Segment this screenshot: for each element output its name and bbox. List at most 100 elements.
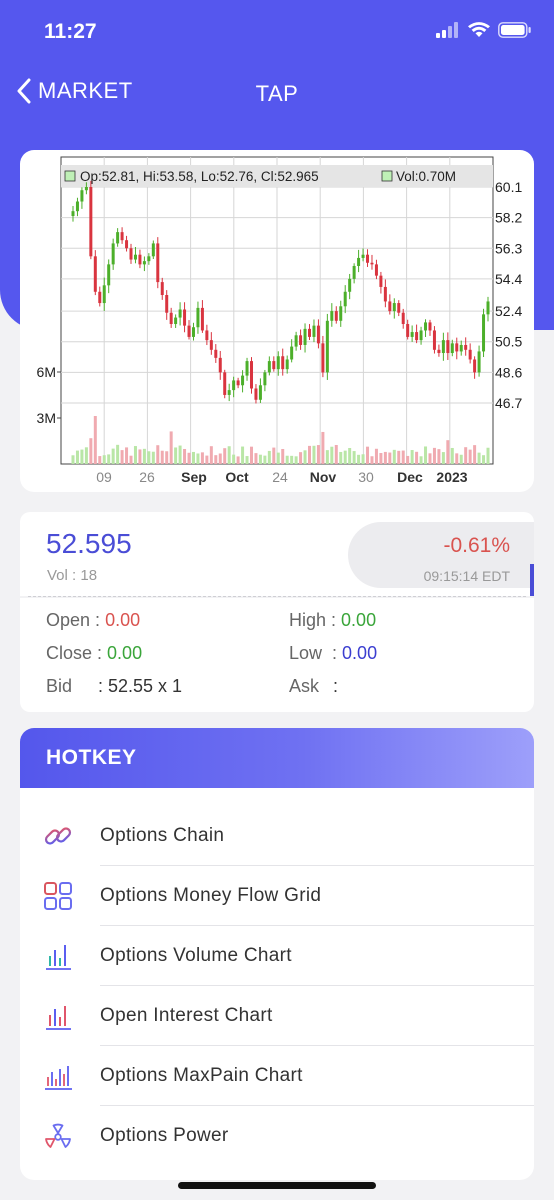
volume-bar [374, 448, 378, 464]
hotkey-options-maxpain-chart[interactable]: Options MaxPain Chart [20, 1046, 534, 1106]
candle-body [169, 312, 173, 325]
hotkey-label: Open Interest Chart [100, 1005, 273, 1026]
close-value: 0.00 [107, 643, 143, 663]
candle-body [263, 372, 267, 386]
volume-bar [406, 455, 410, 464]
volume-bar [272, 447, 276, 464]
candle-body [339, 306, 343, 321]
candle-body [218, 357, 222, 373]
volume-bar [254, 453, 258, 464]
volume-bar [397, 450, 401, 464]
volume-bar [482, 455, 486, 464]
x-tick-label: Dec [397, 469, 423, 485]
candle-body [299, 335, 303, 345]
status-icons [436, 22, 532, 38]
candle-body [156, 243, 160, 283]
candle-body [290, 346, 294, 360]
price-tick-label: 58.2 [495, 210, 522, 226]
volume-bar [133, 446, 137, 464]
volume-bar [419, 456, 423, 464]
candle-body [361, 254, 365, 258]
volume-bar [303, 450, 307, 464]
hotkey-options-money-flow-grid[interactable]: Options Money Flow Grid [20, 866, 534, 926]
volume-bar [276, 452, 280, 464]
volume-bar [316, 445, 320, 464]
hotkey-label: Options Chain [100, 825, 225, 846]
volume-bar [129, 455, 133, 464]
candle-body [464, 344, 468, 350]
volume-bar [415, 451, 419, 464]
bar-chart-icon [46, 945, 71, 970]
candle-body [191, 327, 195, 337]
volume-bar [290, 455, 294, 464]
volume-bar [267, 450, 271, 464]
candle-body [160, 282, 164, 295]
hotkey-open-interest-chart[interactable]: Open Interest Chart [20, 986, 534, 1046]
volume-tick-label: 6M [37, 364, 56, 380]
volume-bar [392, 449, 396, 464]
candle-body [281, 356, 285, 370]
volume-bar [432, 447, 436, 464]
volume-bar [223, 448, 227, 464]
candle-body [107, 264, 111, 286]
bid-row: Bid : 52.55 x 1 [46, 676, 182, 697]
candle-body [303, 328, 307, 345]
volume-bar [151, 451, 155, 464]
candle-body [308, 328, 312, 337]
bar-chart-icon [45, 1066, 72, 1090]
volume-bar [285, 455, 289, 464]
volume-bar [258, 454, 262, 464]
candle-body [71, 211, 75, 217]
ohlc-legend-swatch [64, 170, 76, 182]
price-tick-label: 52.4 [495, 303, 522, 319]
candle-body [174, 317, 178, 325]
volume-bar [388, 452, 392, 464]
hotkey-label: Options Power [100, 1125, 229, 1146]
candle-body [406, 324, 410, 337]
x-tick-label: Nov [310, 469, 337, 485]
candle-body [232, 380, 236, 391]
candle-body [348, 278, 352, 292]
high-row: High : 0.00 [289, 610, 376, 631]
quote-timestamp: 09:15:14 EDT [423, 568, 510, 584]
volume-bar [236, 456, 240, 464]
candle-body [236, 380, 240, 386]
candle-body [379, 275, 383, 287]
candle-body [138, 254, 142, 265]
hotkey-options-power[interactable]: Options Power [20, 1106, 534, 1166]
candle-body [125, 240, 129, 249]
candle-body [330, 311, 334, 321]
volume-bar [486, 447, 490, 464]
volume-bar [245, 456, 249, 464]
volume-bar [200, 452, 204, 464]
bid-value: : 52.55 x 1 [98, 676, 183, 696]
candle-body [294, 335, 298, 347]
candle-body [441, 340, 445, 354]
volume-bar [441, 452, 445, 464]
volume-bar [383, 451, 387, 464]
candle-body [245, 361, 249, 376]
candle-body [316, 325, 320, 344]
candle-body [312, 325, 316, 337]
price-tick-label: 48.6 [495, 364, 522, 380]
hotkey-label: Options Money Flow Grid [100, 885, 322, 906]
candle-body [178, 309, 182, 318]
volume-bar [477, 452, 481, 464]
volume-bar [459, 454, 463, 464]
candle-body [209, 340, 213, 350]
hotkey-header: HOTKEY [20, 728, 534, 788]
bid-label: Bid [46, 676, 73, 696]
hotkey-options-volume-chart[interactable]: Options Volume Chart [20, 926, 534, 986]
hotkey-options-chain[interactable]: Options Chain [20, 806, 534, 866]
candle-body [200, 307, 204, 331]
volume-bar [214, 455, 218, 464]
volume-bar [437, 449, 441, 464]
ask-value: : [333, 676, 339, 696]
volume-bar [84, 447, 88, 464]
candle-body [401, 312, 405, 325]
volume-bar [366, 446, 370, 464]
high-value: 0.00 [341, 610, 377, 630]
price-chart[interactable]: Op:52.81, Hi:53.58, Lo:52.76, Cl:52.965 … [20, 150, 534, 492]
price-chart-card[interactable]: Op:52.81, Hi:53.58, Lo:52.76, Cl:52.965 … [20, 150, 534, 492]
candle-body [196, 307, 200, 328]
